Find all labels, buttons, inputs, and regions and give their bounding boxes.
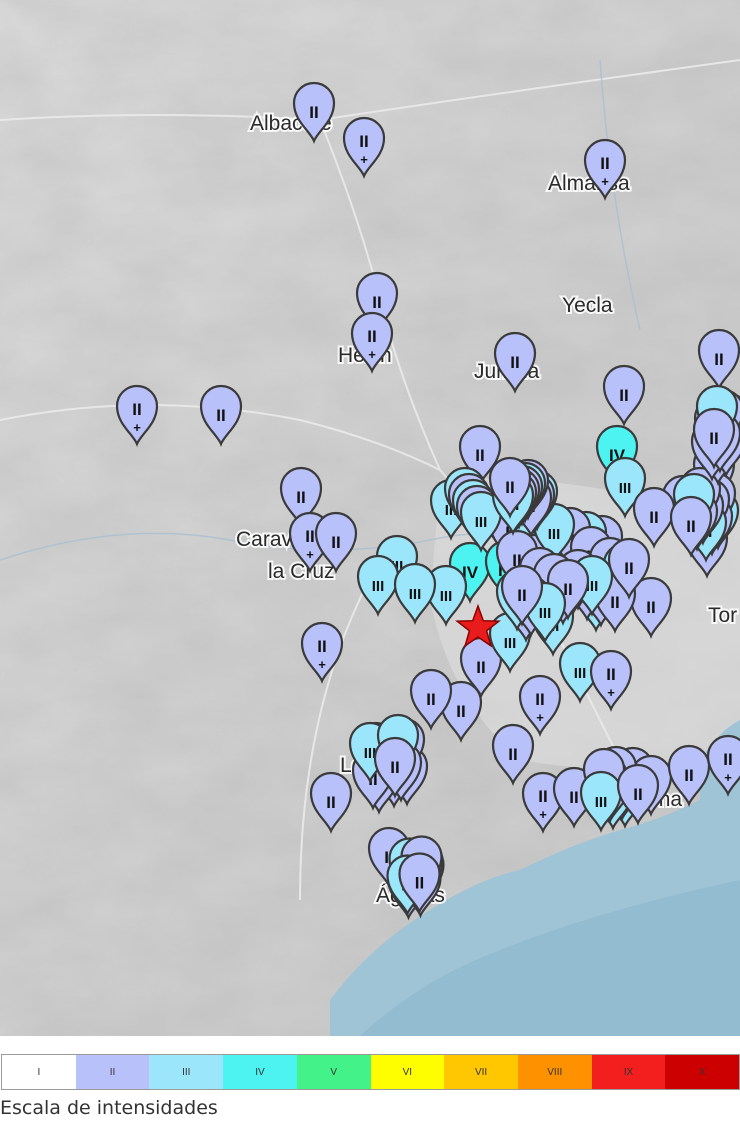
svg-text:II: II	[649, 508, 658, 527]
intensity-scale-bar: I II III IV V VI VII VIII IX X	[1, 1054, 740, 1090]
svg-text:+: +	[360, 152, 368, 167]
svg-text:II: II	[709, 429, 718, 448]
svg-text:+: +	[536, 710, 544, 725]
svg-text:II: II	[624, 559, 633, 578]
svg-text:II: II	[359, 132, 368, 151]
svg-text:II: II	[619, 386, 628, 405]
svg-text:+: +	[601, 174, 609, 189]
scale-level-4: IV	[223, 1055, 297, 1089]
scale-level-3: III	[149, 1055, 224, 1089]
svg-text:III: III	[619, 480, 632, 497]
svg-text:II: II	[367, 327, 376, 346]
svg-text:+: +	[607, 685, 615, 700]
scale-level-2: II	[75, 1055, 150, 1089]
scale-level-5: V	[296, 1055, 371, 1089]
svg-text:III: III	[475, 514, 488, 531]
svg-text:II: II	[508, 745, 517, 764]
svg-text:II: II	[415, 874, 424, 893]
svg-text:+: +	[318, 657, 326, 672]
place-label-torrevieja: Tor	[708, 604, 737, 627]
svg-text:III: III	[574, 665, 587, 682]
scale-level-7: VII	[444, 1055, 518, 1089]
svg-text:+: +	[306, 547, 314, 562]
svg-text:III: III	[440, 588, 453, 605]
svg-text:III: III	[595, 794, 608, 811]
svg-text:II: II	[686, 517, 695, 536]
svg-text:III: III	[539, 605, 552, 622]
svg-text:II: II	[723, 750, 732, 769]
svg-text:III: III	[372, 578, 385, 595]
svg-text:+: +	[724, 770, 732, 785]
svg-text:II: II	[390, 758, 399, 777]
svg-text:II: II	[456, 702, 465, 721]
svg-text:+: +	[133, 420, 141, 435]
scale-level-6: VI	[370, 1055, 445, 1089]
svg-text:II: II	[538, 787, 547, 806]
svg-text:II: II	[684, 766, 693, 785]
place-label-yecla: Yecla	[562, 294, 613, 317]
svg-text:II: II	[569, 788, 578, 807]
svg-text:II: II	[132, 400, 141, 419]
svg-text:II: II	[326, 793, 335, 812]
svg-text:II: II	[317, 637, 326, 656]
svg-text:II: II	[633, 785, 642, 804]
svg-text:III: III	[548, 526, 561, 543]
svg-text:II: II	[510, 353, 519, 372]
svg-text:II: II	[505, 478, 514, 497]
svg-text:II: II	[646, 598, 655, 617]
svg-text:III: III	[504, 635, 517, 652]
svg-text:II: II	[475, 446, 484, 465]
svg-text:II: II	[296, 488, 305, 507]
scale-level-9: IX	[591, 1055, 666, 1089]
svg-text:II: II	[600, 154, 609, 173]
svg-text:II: II	[610, 593, 619, 612]
svg-text:II: II	[305, 527, 314, 546]
svg-text:II: II	[714, 350, 723, 369]
svg-text:II: II	[517, 586, 526, 605]
scale-level-1: I	[2, 1055, 76, 1089]
map-canvas: Albacete Almansa Yecla Hellín Jumilla Ca…	[0, 0, 740, 1036]
svg-text:II: II	[535, 690, 544, 709]
svg-text:II: II	[216, 406, 225, 425]
intensity-map[interactable]: Albacete Almansa Yecla Hellín Jumilla Ca…	[0, 0, 740, 1036]
svg-text:II: II	[331, 533, 340, 552]
svg-text:II: II	[606, 665, 615, 684]
svg-text:II: II	[426, 690, 435, 709]
place-label-caravaca-2: la Cruz	[268, 560, 335, 583]
svg-text:+: +	[539, 807, 547, 822]
svg-text:II: II	[476, 658, 485, 677]
svg-text:II: II	[309, 103, 318, 122]
svg-text:II: II	[372, 293, 381, 312]
scale-level-10: X	[665, 1055, 740, 1089]
scale-title: Escala de intensidades	[0, 1097, 218, 1119]
svg-text:III: III	[409, 586, 422, 603]
svg-text:+: +	[368, 347, 376, 362]
scale-level-8: VIII	[517, 1055, 592, 1089]
